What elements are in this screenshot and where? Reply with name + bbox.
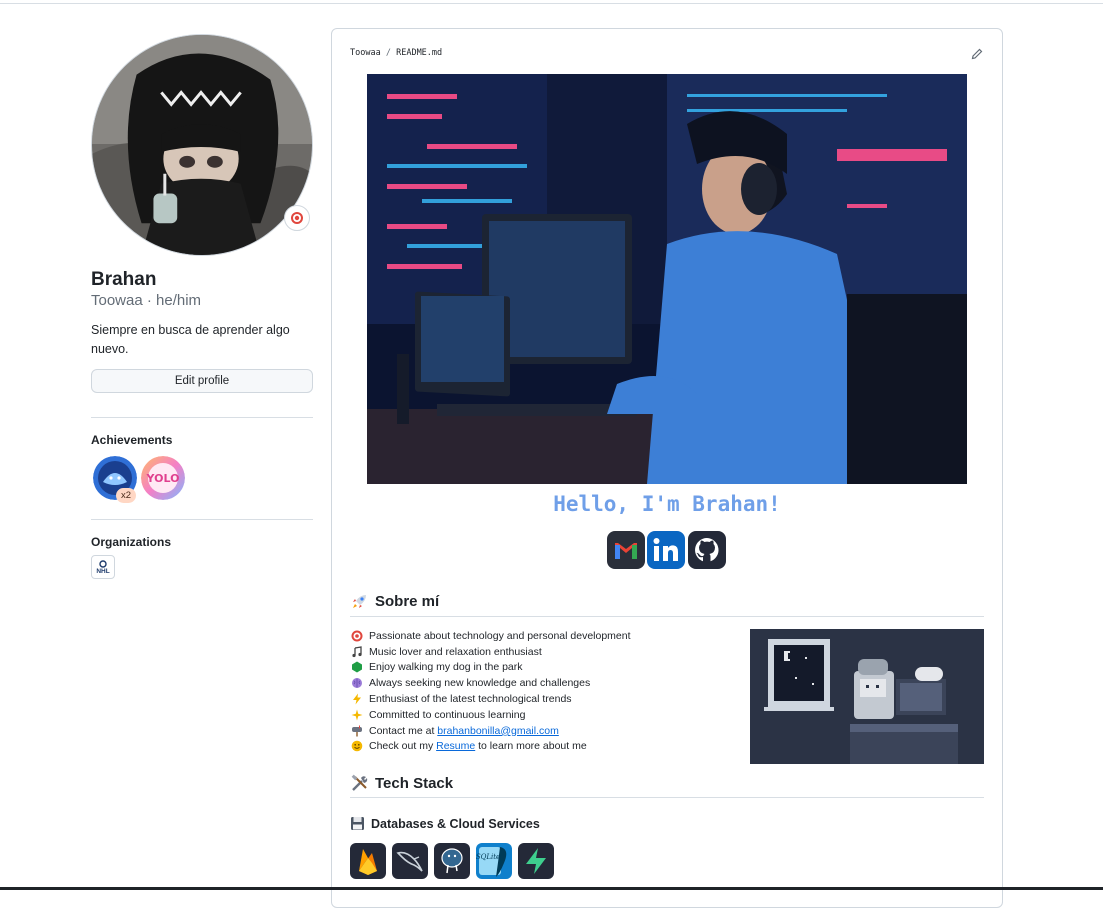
list-item: Contact me at brahanbonilla@gmail.com <box>350 723 750 739</box>
sidebar-divider <box>91 519 313 520</box>
about-item-text: Check out my Resume to learn more about … <box>369 740 587 752</box>
about-item-text: Contact me at brahanbonilla@gmail.com <box>369 725 559 737</box>
lightning-icon <box>350 693 363 706</box>
organization-nhl-avatar[interactable]: NHL <box>91 555 115 579</box>
profile-avatar[interactable] <box>91 34 313 256</box>
avatar-image <box>92 35 312 255</box>
about-item-text: Passionate about technology and personal… <box>369 629 631 642</box>
about-heading: Sobre mí <box>350 592 439 611</box>
org-label: NHL <box>96 567 110 575</box>
tools-icon <box>351 774 368 791</box>
readme-breadcrumb: Toowaa / README.md <box>350 48 442 58</box>
paw-icon <box>350 661 363 674</box>
breadcrumb-user[interactable]: Toowaa <box>350 48 381 58</box>
breadcrumb-separator: / <box>385 48 391 58</box>
list-item: Committed to continuous learning <box>350 707 750 723</box>
profile-nickname: Toowaa · he/him <box>91 292 202 309</box>
list-item: Passionate about technology and personal… <box>350 628 750 644</box>
tech-stack-title: Tech Stack <box>375 775 454 792</box>
about-divider <box>350 616 984 617</box>
list-item: Enthusiast of the latest technological t… <box>350 691 750 707</box>
edit-profile-button[interactable]: Edit profile <box>91 369 313 393</box>
contact-text: Contact me at <box>369 724 438 737</box>
resume-link[interactable]: Resume <box>436 740 475 752</box>
about-item-text: Enjoy walking my dog in the park <box>369 661 523 674</box>
sparkle-icon <box>350 708 363 721</box>
about-title: Sobre mí <box>375 593 440 610</box>
sqlite-icon[interactable]: SQLite <box>476 843 512 879</box>
github-icon[interactable] <box>688 531 726 569</box>
achievements-title[interactable]: Achievements <box>91 433 172 447</box>
about-item-text: Committed to continuous learning <box>369 708 526 721</box>
smile-icon <box>350 740 363 753</box>
readme-banner-image <box>367 74 967 484</box>
firebase-icon[interactable] <box>350 843 386 879</box>
about-list: Passionate about technology and personal… <box>350 628 750 754</box>
linkedin-icon[interactable] <box>647 531 685 569</box>
tech-stack-heading: Tech Stack <box>350 774 453 793</box>
databases-title: Databases & Cloud Services <box>371 816 540 831</box>
about-item-text: Music lover and relaxation enthusiast <box>369 645 542 658</box>
databases-heading: Databases & Cloud Services <box>350 816 540 831</box>
resume-suffix: to learn more about me <box>475 740 587 753</box>
list-item: Music lover and relaxation enthusiast <box>350 644 750 660</box>
rocket-icon <box>353 595 366 608</box>
floppy-disk-icon <box>351 817 364 830</box>
mailbox-icon <box>350 724 363 737</box>
music-note-icon <box>350 645 363 658</box>
about-item-text: Enthusiast of the latest technological t… <box>369 693 572 706</box>
sidebar-divider <box>91 417 313 418</box>
list-item: Always seeking new knowledge and challen… <box>350 675 750 691</box>
tech-stack-divider <box>350 797 984 798</box>
list-item: Check out my Resume to learn more about … <box>350 739 750 755</box>
about-item-text: Always seeking new knowledge and challen… <box>369 677 591 690</box>
svg-text:YOLO: YOLO <box>146 472 180 485</box>
achievement-count-badge: x2 <box>116 488 137 503</box>
readme-hello-heading: Hello, I'm Brahan! <box>553 492 781 516</box>
mysql-icon[interactable] <box>392 843 428 879</box>
brain-icon <box>350 677 363 690</box>
pixel-art-image <box>750 629 984 764</box>
profile-name: Brahan <box>91 269 157 290</box>
resume-prefix: Check out my <box>369 740 437 753</box>
breadcrumb-file[interactable]: README.md <box>396 48 442 58</box>
pencil-icon[interactable] <box>970 47 984 61</box>
gmail-icon[interactable] <box>607 531 645 569</box>
list-item: Enjoy walking my dog in the park <box>350 660 750 676</box>
supabase-icon[interactable] <box>518 843 554 879</box>
profile-bio: Siempre en busca de aprender algo nuevo. <box>91 323 290 356</box>
status-target-icon[interactable] <box>284 205 310 231</box>
achievement-yolo-badge[interactable]: YOLO <box>141 456 185 500</box>
sqlite-label: SQLite <box>476 853 500 861</box>
postgresql-icon[interactable] <box>434 843 470 879</box>
organizations-title: Organizations <box>91 535 172 549</box>
email-link[interactable]: brahanbonilla@gmail.com <box>437 725 559 737</box>
target-icon <box>350 629 363 642</box>
top-divider <box>0 3 1103 4</box>
